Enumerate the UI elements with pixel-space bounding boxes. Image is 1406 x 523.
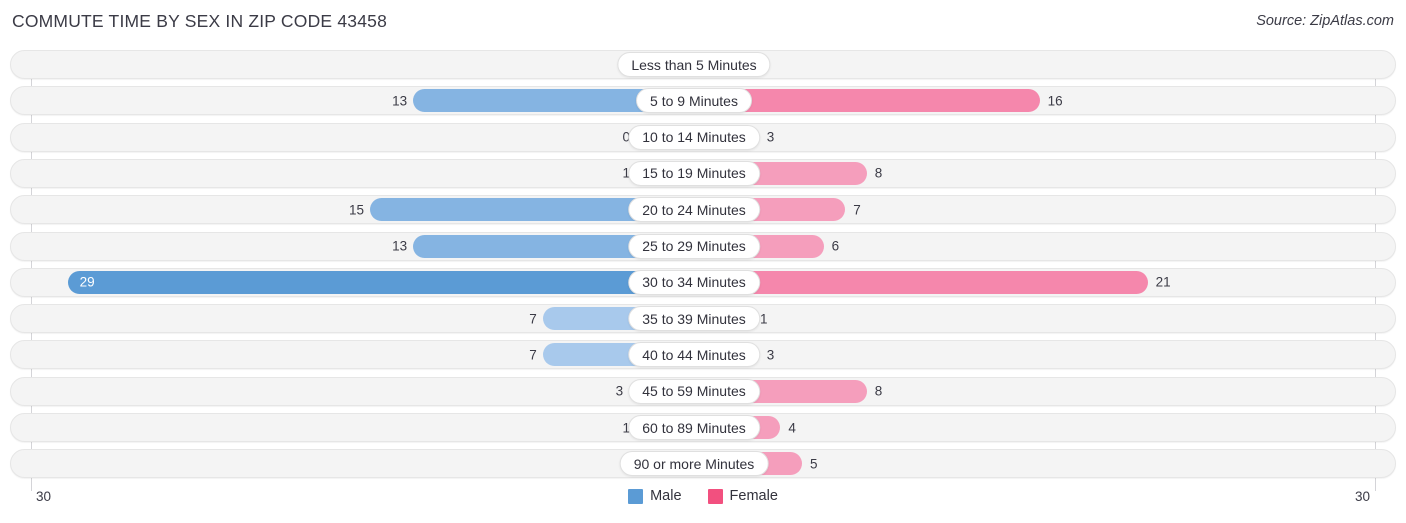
value-label-male: 3: [615, 383, 624, 399]
bar-male[interactable]: [67, 270, 694, 294]
value-label-male: 13: [392, 238, 408, 254]
value-label-male: 7: [529, 347, 537, 363]
value-label-female: 16: [1047, 93, 1063, 109]
value-label-male: 29: [79, 274, 95, 290]
commute-time-chart: COMMUTE TIME BY SEX IN ZIP CODE 43458 So…: [0, 0, 1406, 523]
value-label-female: 8: [874, 165, 883, 181]
category-label: 15 to 19 Minutes: [628, 160, 760, 186]
value-label-female: 7: [853, 202, 861, 218]
plot-area: 00Less than 5 Minutes13165 to 9 Minutes0…: [0, 50, 1406, 491]
table-row[interactable]: 00Less than 5 Minutes: [10, 50, 1396, 79]
value-label-male: 13: [392, 93, 408, 109]
category-label: 90 or more Minutes: [619, 451, 769, 477]
value-label-female: 3: [766, 129, 775, 145]
table-row[interactable]: 1 8 15 to 19 Minutes: [10, 158, 1396, 188]
category-label: Less than 5 Minutes: [617, 52, 771, 77]
value-label-female: 1: [760, 311, 768, 327]
table-row[interactable]: 29 21 30 to 34 Minutes: [10, 267, 1396, 297]
category-label: 20 to 24 Minutes: [628, 197, 760, 223]
value-label-male: 1: [622, 165, 630, 181]
value-label-male: 0: [622, 129, 630, 145]
table-row[interactable]: 1 4 60 to 89 Minutes: [10, 413, 1396, 442]
source-attribution: Source: ZipAtlas.com: [1256, 13, 1394, 29]
category-label: 25 to 29 Minutes: [628, 233, 760, 259]
value-label-male: 7: [529, 311, 537, 327]
table-row[interactable]: 7 1 35 to 39 Minutes: [10, 304, 1396, 334]
category-label: 10 to 14 Minutes: [628, 124, 760, 150]
table-row[interactable]: 0 3 10 to 14 Minutes: [10, 122, 1396, 152]
page-title: COMMUTE TIME BY SEX IN ZIP CODE 43458: [12, 11, 388, 31]
category-label: 35 to 39 Minutes: [628, 306, 760, 332]
table-row[interactable]: 13 6 25 to 29 Minutes: [10, 231, 1396, 261]
legend-label-male: Male: [650, 488, 682, 504]
value-label-female: 4: [788, 420, 796, 435]
category-label: 40 to 44 Minutes: [628, 342, 760, 368]
legend-item-male[interactable]: Male: [628, 488, 682, 504]
legend-item-female[interactable]: Female: [707, 488, 778, 504]
legend-swatch-female-icon: [707, 488, 723, 504]
value-label-male: 15: [348, 202, 364, 218]
value-label-female: 3: [766, 347, 775, 363]
category-label: 5 to 9 Minutes: [636, 88, 752, 114]
category-label: 45 to 59 Minutes: [628, 378, 760, 404]
legend-label-female: Female: [729, 488, 778, 504]
table-row[interactable]: 7 3 40 to 44 Minutes: [10, 340, 1396, 370]
value-label-female: 21: [1155, 274, 1171, 290]
table-row[interactable]: 15 7 20 to 24 Minutes: [10, 195, 1396, 225]
category-label: 60 to 89 Minutes: [628, 415, 760, 440]
legend: Male Female: [0, 488, 1406, 504]
value-label-female: 6: [831, 238, 840, 254]
legend-swatch-male-icon: [628, 488, 644, 504]
category-label: 30 to 34 Minutes: [628, 269, 760, 295]
table-row[interactable]: 3 8 45 to 59 Minutes: [10, 376, 1396, 406]
table-row[interactable]: 0590 or more Minutes: [10, 449, 1396, 479]
value-label-male: 1: [622, 420, 630, 435]
value-label-female: 5: [810, 456, 818, 472]
value-label-female: 8: [874, 383, 883, 399]
table-row[interactable]: 13 16 5 to 9 Minutes: [10, 86, 1396, 116]
bar-female[interactable]: [694, 270, 1148, 294]
